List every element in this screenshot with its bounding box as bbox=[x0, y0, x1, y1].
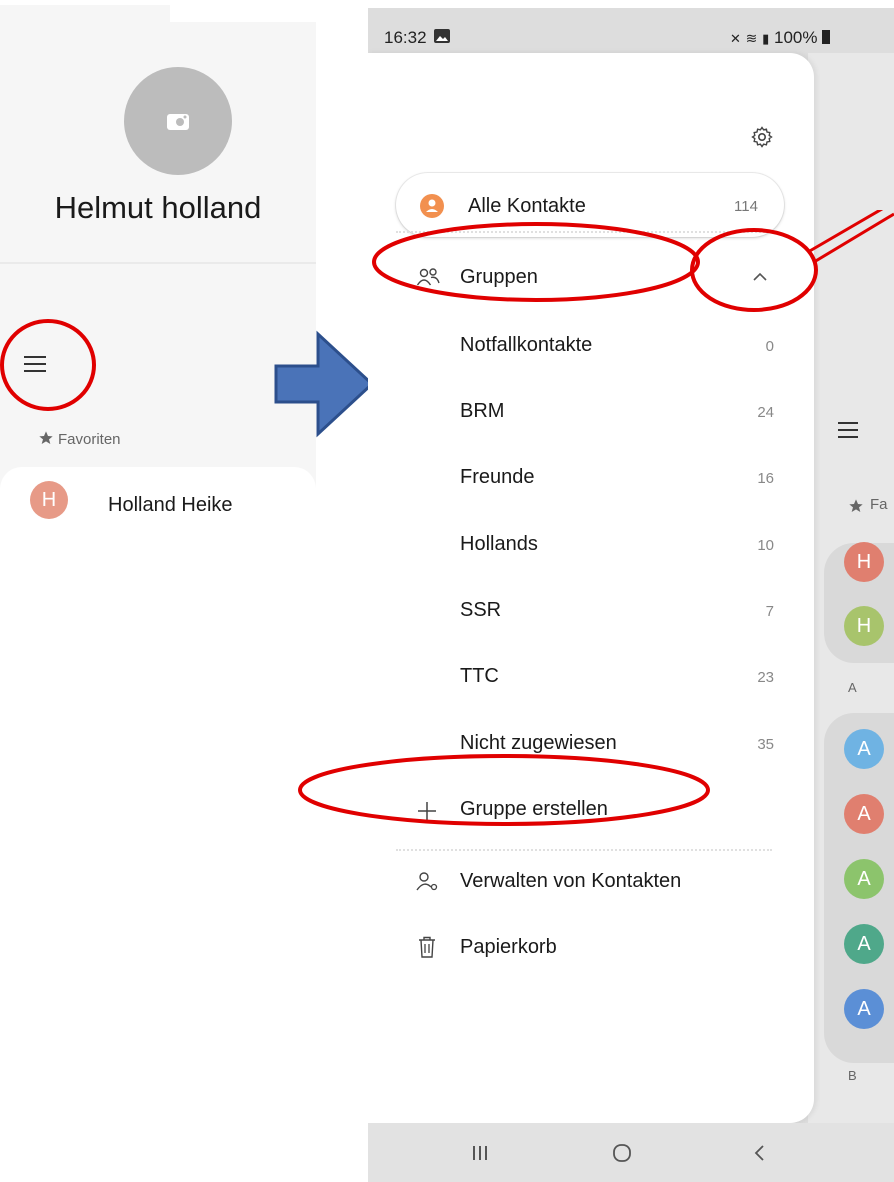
contact-avatar[interactable]: H bbox=[844, 542, 884, 582]
section-header-b: B bbox=[848, 1068, 857, 1083]
group-item-count: 23 bbox=[757, 669, 774, 686]
favorites-label: Fa bbox=[870, 496, 888, 513]
group-item-count: 7 bbox=[765, 603, 774, 620]
menu-icon[interactable] bbox=[838, 420, 860, 440]
signal-icon: ▮ bbox=[762, 31, 770, 46]
all-contacts-label: Alle Kontakte bbox=[468, 195, 586, 217]
top-strip bbox=[170, 0, 316, 22]
create-group-button[interactable]: Gruppe erstellen bbox=[460, 798, 608, 821]
group-icon bbox=[416, 268, 440, 286]
trash-icon bbox=[419, 936, 435, 958]
groups-header[interactable]: Gruppen bbox=[460, 266, 538, 289]
contact-avatar[interactable]: H bbox=[844, 606, 884, 646]
group-item-label[interactable]: Hollands bbox=[460, 533, 538, 556]
star-icon bbox=[849, 499, 863, 512]
camera-icon[interactable] bbox=[165, 110, 191, 132]
arrow-right-icon bbox=[274, 330, 375, 438]
trash-button[interactable]: Papierkorb bbox=[460, 936, 557, 959]
person-icon bbox=[420, 194, 444, 218]
back-button[interactable] bbox=[751, 1142, 767, 1164]
menu-icon[interactable] bbox=[24, 354, 46, 374]
home-button[interactable] bbox=[611, 1142, 633, 1164]
gear-icon[interactable] bbox=[750, 125, 774, 149]
star-icon bbox=[39, 431, 53, 444]
favorites-label: Favoriten bbox=[58, 431, 121, 448]
contact-avatar[interactable]: A bbox=[844, 794, 884, 834]
divider bbox=[0, 262, 316, 264]
manage-contacts-button[interactable]: Verwalten von Kontakten bbox=[460, 870, 681, 893]
plus-icon bbox=[418, 802, 436, 820]
group-item-label[interactable]: TTC bbox=[460, 665, 499, 688]
contact-avatar[interactable]: A bbox=[844, 859, 884, 899]
contact-avatar[interactable]: A bbox=[844, 729, 884, 769]
group-item-label[interactable]: SSR bbox=[460, 599, 501, 622]
recent-apps-button[interactable] bbox=[471, 1143, 489, 1163]
group-item-count: 0 bbox=[765, 338, 774, 355]
all-contacts-button[interactable]: Alle Kontakte 114 bbox=[396, 173, 784, 237]
group-item-label[interactable]: BRM bbox=[460, 400, 504, 423]
contact-avatar[interactable]: A bbox=[844, 924, 884, 964]
battery-percent: 100% bbox=[774, 28, 818, 47]
manage-contacts-icon bbox=[416, 872, 438, 891]
contact-avatar[interactable]: A bbox=[844, 989, 884, 1029]
wifi-icon: ≋ bbox=[745, 30, 758, 46]
group-item-count: 24 bbox=[757, 404, 774, 421]
mute-icon: ✕ bbox=[730, 31, 741, 46]
battery-icon bbox=[822, 30, 831, 44]
group-item-label[interactable]: Notfallkontakte bbox=[460, 334, 592, 357]
divider bbox=[396, 849, 772, 851]
group-item-count: 16 bbox=[757, 470, 774, 487]
contact-avatar[interactable]: H bbox=[30, 481, 68, 519]
group-item-count: 35 bbox=[757, 736, 774, 753]
profile-name: Helmut holland bbox=[54, 190, 262, 225]
navigation-drawer: Alle Kontakte 114 Gruppen Notfallkontakt… bbox=[368, 53, 814, 1123]
contact-name[interactable]: Holland Heike bbox=[108, 494, 233, 517]
status-indicators: ✕ ≋ ▮ 100% bbox=[730, 28, 831, 48]
all-contacts-count: 114 bbox=[734, 198, 758, 215]
divider bbox=[396, 231, 772, 233]
group-item-label[interactable]: Nicht zugewiesen bbox=[460, 732, 617, 755]
section-header-a: A bbox=[848, 680, 857, 695]
phone-screen: 16:32 ✕ ≋ ▮ 100% Fa H H A A A A A A B Al… bbox=[368, 8, 894, 1182]
gallery-notification-icon bbox=[434, 29, 450, 43]
chevron-up-icon[interactable] bbox=[752, 271, 768, 283]
group-item-label[interactable]: Freunde bbox=[460, 466, 535, 489]
group-item-count: 10 bbox=[757, 537, 774, 554]
status-time: 16:32 bbox=[384, 28, 427, 47]
